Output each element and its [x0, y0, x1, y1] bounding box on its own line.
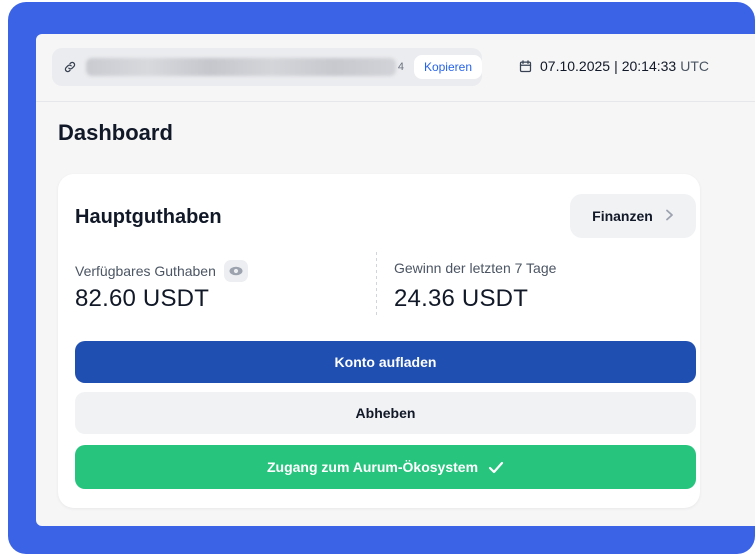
- card-title: Hauptguthaben: [75, 206, 222, 228]
- date-text: 07.10.2025: [540, 58, 611, 74]
- datetime-display: 07.10.2025 | 20:14:33 UTC: [518, 58, 709, 74]
- stats-divider: [376, 252, 377, 316]
- referral-link-field[interactable]: 4 Kopieren: [52, 48, 482, 86]
- main-balance-card: Hauptguthaben Finanzen Verfügbares Gutha…: [58, 174, 700, 508]
- blurred-url: [85, 58, 396, 76]
- calendar-icon: [518, 58, 534, 74]
- ecosystem-button-label: Zugang zum Aurum-Ökosystem: [266, 459, 479, 475]
- link-icon: [62, 59, 78, 75]
- eye-icon[interactable]: [223, 260, 248, 282]
- available-balance-label-text: Verfügbares Guthaben: [75, 263, 216, 279]
- withdraw-button[interactable]: Abheben: [75, 392, 696, 434]
- timezone-text: UTC: [680, 58, 709, 74]
- available-balance-value: 82.60 USDT: [75, 285, 210, 312]
- datetime-separator: |: [614, 58, 618, 74]
- time-text: 20:14:33: [621, 58, 677, 74]
- copy-button[interactable]: Kopieren: [413, 55, 482, 79]
- top-bar: 4 Kopieren 07.10.2025 | 20:14:33 UTC: [36, 34, 755, 102]
- finance-button[interactable]: Finanzen: [570, 194, 696, 238]
- profit-7-days-label: Gewinn der letzten 7 Tage: [394, 260, 557, 276]
- profit-7-days-value: 24.36 USDT: [394, 285, 529, 312]
- page-title: Dashboard: [58, 120, 173, 145]
- dashboard-window: 4 Kopieren 07.10.2025 | 20:14:33 UTC Das…: [36, 34, 755, 526]
- ecosystem-access-button[interactable]: Zugang zum Aurum-Ökosystem: [75, 445, 696, 489]
- top-up-button[interactable]: Konto aufladen: [75, 341, 696, 383]
- header-divider: [36, 101, 755, 102]
- chevron-right-icon: [665, 208, 674, 225]
- finance-button-label: Finanzen: [592, 208, 653, 224]
- url-suffix: 4: [397, 61, 404, 73]
- check-icon: [488, 461, 504, 474]
- available-balance-label: Verfügbares Guthaben: [75, 260, 248, 282]
